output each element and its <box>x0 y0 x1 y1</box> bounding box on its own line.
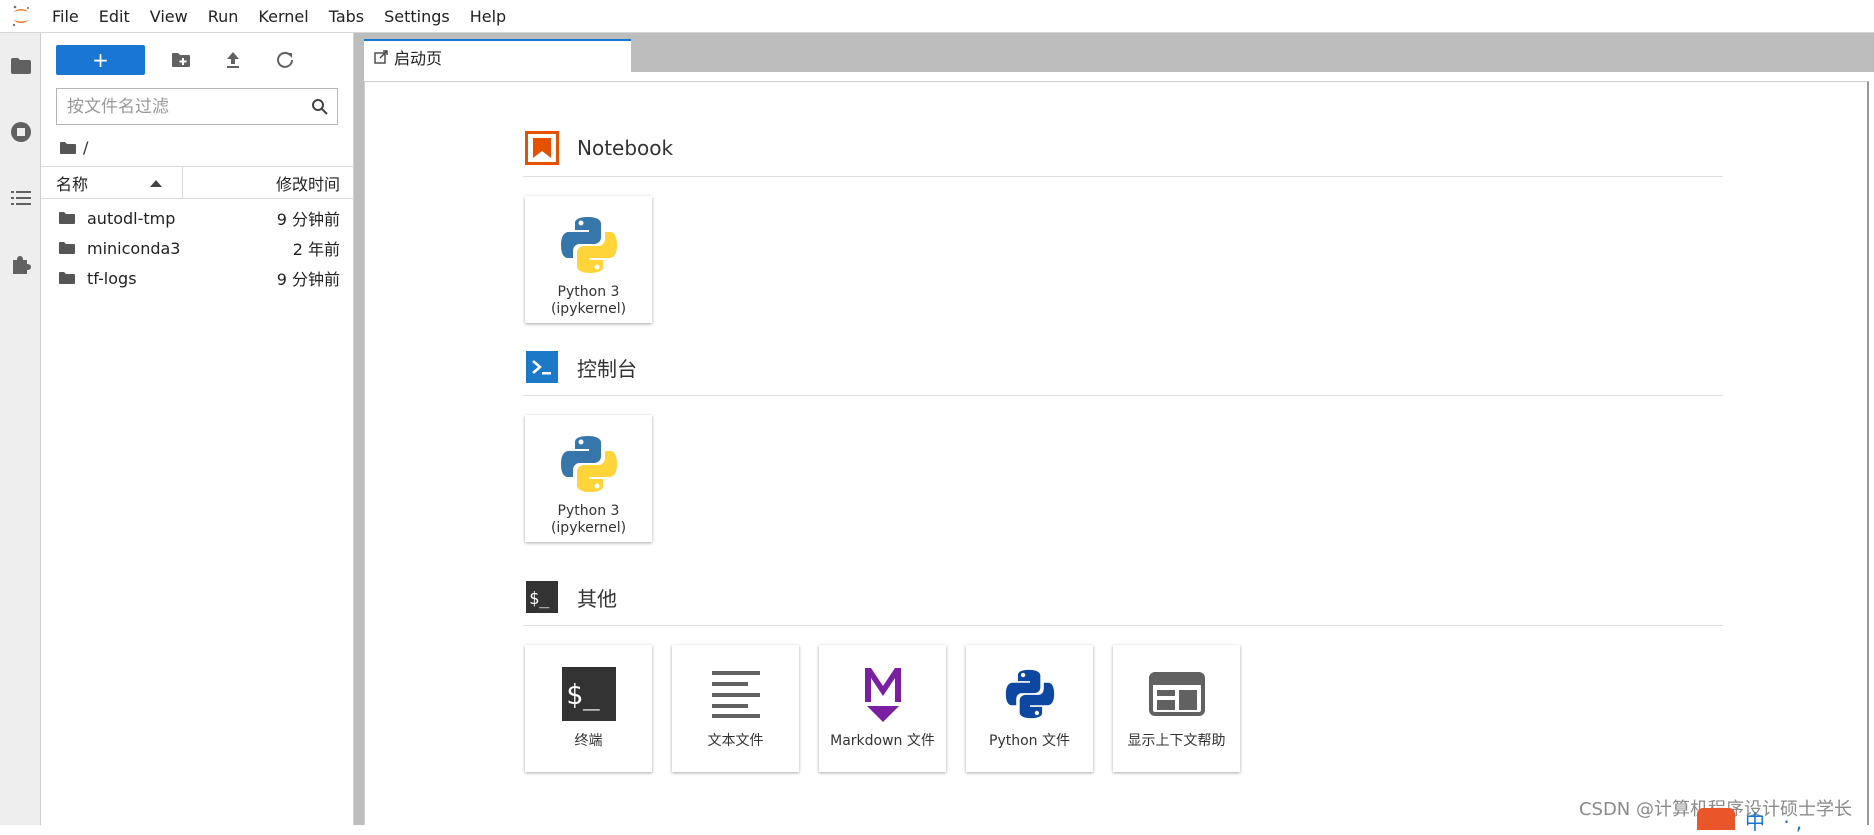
file-browser-tab[interactable] <box>0 33 41 99</box>
tab-label: 启动页 <box>394 48 443 68</box>
new-launcher-button[interactable]: + <box>56 45 145 75</box>
python-file-icon <box>990 657 1070 731</box>
tab-bar: 启动页 <box>364 33 1874 72</box>
refresh-button[interactable] <box>259 45 311 75</box>
menu-run[interactable]: Run <box>198 0 249 33</box>
card-label: Python 文件 <box>989 733 1070 749</box>
card-label: 终端 <box>574 733 603 749</box>
main-area: 启动页 Notebook Python 3 (ipykernel) 控制台 Py… <box>364 33 1874 825</box>
puzzle-icon <box>12 256 31 274</box>
launcher-card-terminal[interactable]: $_ 终端 <box>525 645 652 772</box>
file-modified: 9 分钟前 <box>276 270 340 289</box>
text-file-icon <box>696 657 776 731</box>
launch-icon <box>374 49 388 64</box>
new-folder-button[interactable] <box>155 45 207 75</box>
file-name: tf-logs <box>87 268 137 288</box>
modified-column-header[interactable]: 修改时间 <box>183 171 354 195</box>
name-column-label: 名称 <box>56 174 89 194</box>
menu-edit[interactable]: Edit <box>89 0 140 33</box>
launcher-card-contextual-help[interactable]: 显示上下文帮助 <box>1113 645 1240 772</box>
file-modified: 2 年前 <box>292 240 340 259</box>
file-row[interactable]: miniconda3 2 年前 <box>41 233 354 263</box>
search-icon <box>311 98 329 120</box>
menu-help[interactable]: Help <box>460 0 516 33</box>
name-column-header[interactable]: 名称 <box>41 167 183 198</box>
file-filter-box <box>56 88 338 125</box>
file-browser-panel: + / 名称 修改时间 autodl-tmp 9 分钟前 <box>41 33 354 825</box>
menu-view[interactable]: View <box>140 0 198 33</box>
menu-settings[interactable]: Settings <box>374 0 460 33</box>
breadcrumb: / <box>59 138 88 157</box>
launcher-card-text-file[interactable]: 文本文件 <box>672 645 799 772</box>
refresh-icon <box>277 51 293 68</box>
upload-button[interactable] <box>207 45 259 75</box>
contextual-help-icon <box>1137 657 1217 731</box>
launcher-section-notebook: Notebook Python 3 (ipykernel) <box>523 130 1725 323</box>
file-list-header: 名称 修改时间 <box>41 166 354 199</box>
stop-circle-icon <box>10 122 31 142</box>
file-filter-input[interactable] <box>67 96 307 117</box>
launcher: Notebook Python 3 (ipykernel) 控制台 Python… <box>364 81 1869 825</box>
section-divider <box>523 176 1723 177</box>
file-row[interactable]: tf-logs 9 分钟前 <box>41 263 354 293</box>
folder-icon <box>10 58 31 74</box>
menubar: File Edit View Run Kernel Tabs Settings … <box>0 0 1874 33</box>
section-divider <box>523 395 1723 396</box>
running-sessions-tab[interactable] <box>0 99 41 165</box>
tab-launcher[interactable]: 启动页 <box>364 39 631 72</box>
folder-icon <box>58 241 78 255</box>
jupyter-logo-icon[interactable] <box>0 0 42 33</box>
section-title: 其他 <box>577 586 617 611</box>
activity-bar <box>0 33 41 825</box>
card-label: Python 3 (ipykernel) <box>550 284 627 317</box>
launcher-section-console: 控制台 Python 3 (ipykernel) <box>523 349 1725 542</box>
launcher-card-markdown-file[interactable]: Markdown 文件 <box>819 645 946 772</box>
menu-kernel[interactable]: Kernel <box>248 0 318 33</box>
console-icon <box>525 350 559 384</box>
file-list: autodl-tmp 9 分钟前 miniconda3 2 年前 tf-logs… <box>41 203 354 293</box>
card-label: 显示上下文帮助 <box>1127 733 1226 749</box>
python-logo-icon <box>549 208 629 282</box>
launcher-card-python-file[interactable]: Python 文件 <box>966 645 1093 772</box>
list-icon <box>10 191 31 205</box>
upload-icon <box>227 52 239 68</box>
extensions-tab[interactable] <box>0 231 41 297</box>
card-label: Markdown 文件 <box>830 733 935 749</box>
launcher-card-python3-console[interactable]: Python 3 (ipykernel) <box>525 415 652 542</box>
file-name: miniconda3 <box>87 238 181 258</box>
file-row[interactable]: autodl-tmp 9 分钟前 <box>41 203 354 233</box>
overlay-toolbar-text: 中 ·, <box>1745 810 1809 834</box>
breadcrumb-root[interactable]: / <box>83 138 88 157</box>
section-title: 控制台 <box>577 356 637 381</box>
svg-text:$_: $_ <box>566 678 600 712</box>
folder-icon <box>58 271 78 285</box>
notebook-icon <box>525 131 559 165</box>
section-divider <box>523 625 1723 626</box>
sort-ascending-icon <box>150 180 162 187</box>
menu-file[interactable]: File <box>42 0 89 33</box>
terminal-section-icon: $_ <box>525 580 559 614</box>
table-of-contents-tab[interactable] <box>0 165 41 231</box>
panel-splitter[interactable] <box>354 33 364 825</box>
launcher-section-other: $_ 其他 $_ 终端 文本文件 Markdown 文件 Python 文件 显… <box>523 579 1725 772</box>
markdown-icon <box>843 657 923 731</box>
section-title: Notebook <box>577 136 674 160</box>
terminal-icon: $_ <box>549 657 629 731</box>
svg-text:$_: $_ <box>529 589 550 609</box>
folder-icon <box>58 211 78 225</box>
file-name: autodl-tmp <box>87 208 176 228</box>
csdn-badge-icon <box>1697 808 1735 830</box>
python-logo-icon <box>549 427 629 501</box>
launcher-card-python3-notebook[interactable]: Python 3 (ipykernel) <box>525 196 652 323</box>
file-browser-toolbar: + <box>56 45 311 75</box>
file-modified: 9 分钟前 <box>276 210 340 229</box>
folder-icon[interactable] <box>59 141 77 155</box>
card-label: 文本文件 <box>707 733 764 749</box>
new-folder-icon <box>172 53 190 67</box>
card-label: Python 3 (ipykernel) <box>550 503 627 536</box>
menu-tabs[interactable]: Tabs <box>319 0 374 33</box>
